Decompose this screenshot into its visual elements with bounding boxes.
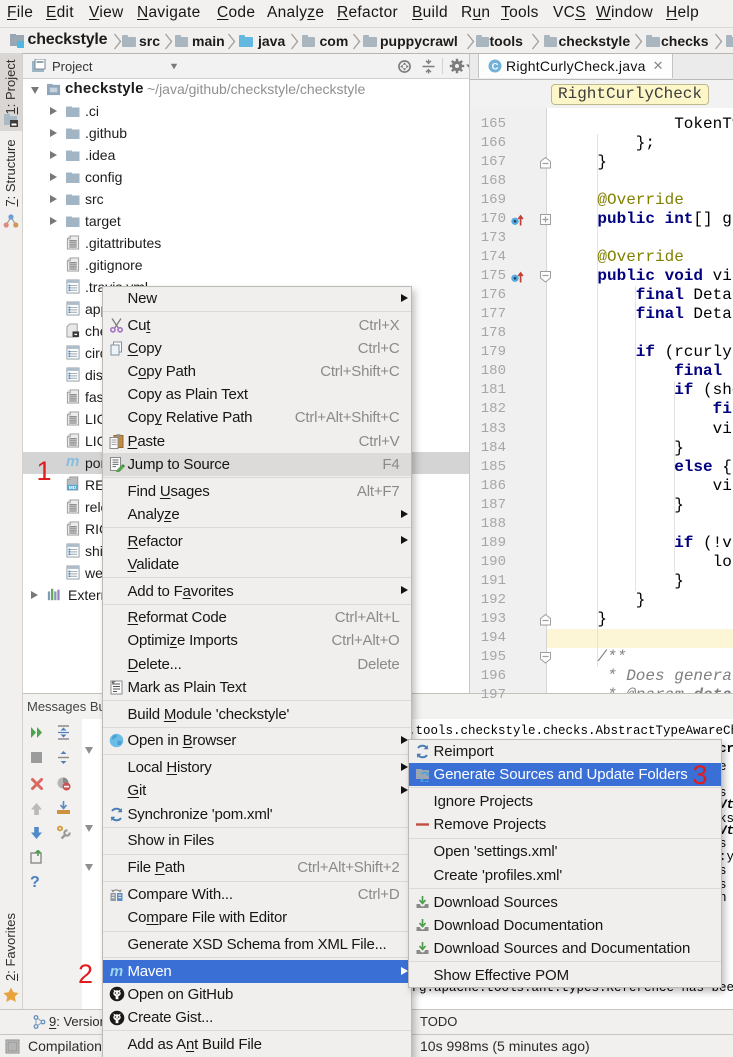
svg-text:C: C bbox=[492, 62, 499, 73]
svg-text:MD: MD bbox=[69, 485, 77, 491]
